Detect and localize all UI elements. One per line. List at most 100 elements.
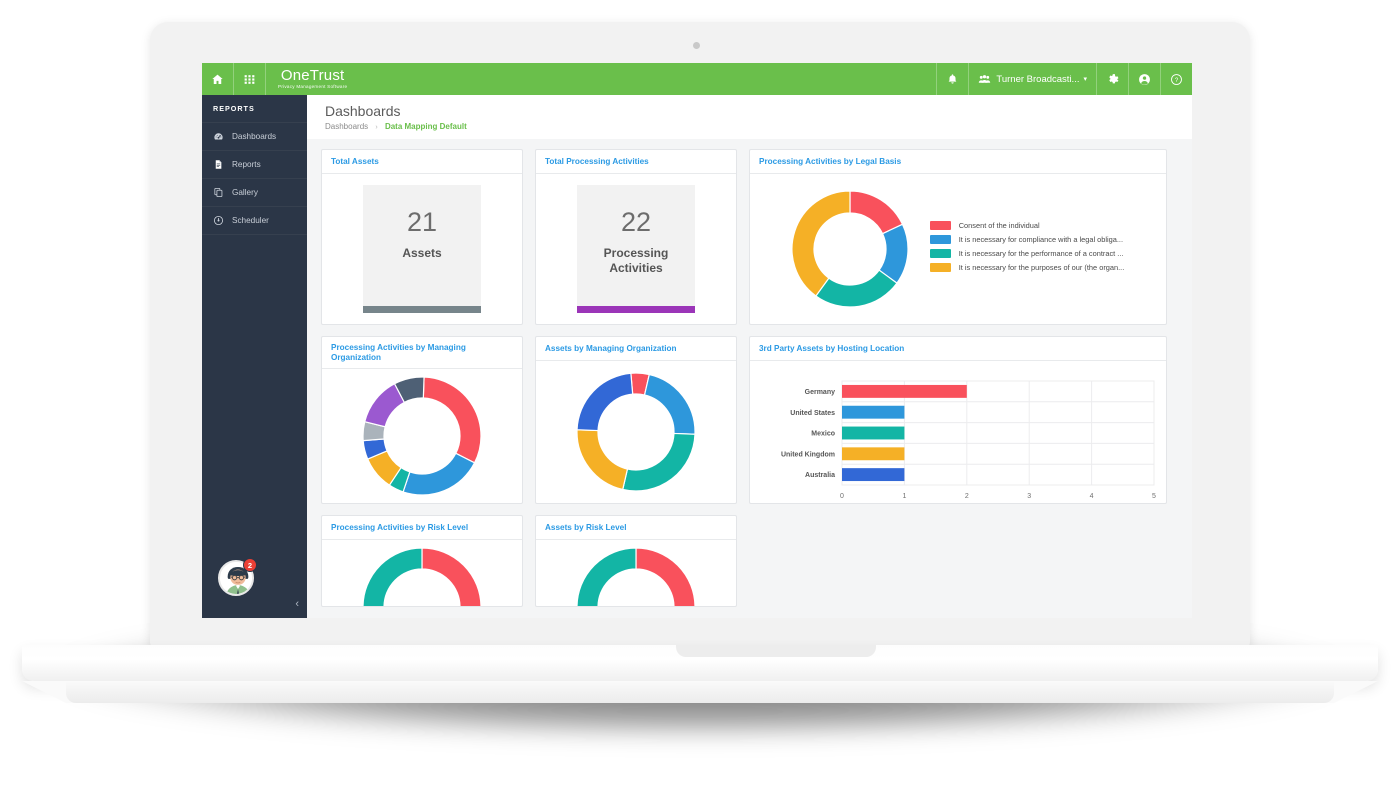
bar[interactable] [842,468,905,482]
x-axis-tick-label: 5 [1152,493,1156,500]
donut-slice[interactable] [363,548,423,607]
x-axis-tick-label: 0 [840,493,844,500]
donut-chart-pa-managing-org[interactable] [363,377,481,495]
bar[interactable] [842,447,905,461]
user-avatar-widget[interactable]: 2 [218,558,257,596]
donut-slice[interactable] [814,269,898,307]
document-icon [215,160,222,169]
organization-name: Turner Broadcasti... [996,73,1080,85]
donut-chart-assets-managing-org[interactable] [577,373,695,491]
donut-slice[interactable] [791,191,851,297]
donut-chart-assets-risk-level[interactable] [577,548,695,607]
card-assets-by-risk-level: Assets by Risk Level [535,515,737,607]
sidebar-item-label: Reports [232,160,261,169]
kpi-label: Assets [402,246,442,260]
notifications-button[interactable] [936,63,968,95]
donut-chart-pa-risk-level[interactable] [363,548,481,607]
legend-label: Consent of the individual [958,221,1040,230]
card-body [536,540,736,607]
card-total-assets: Total Assets 21 Assets [321,149,523,325]
legend-item[interactable]: It is necessary for the purposes of our … [929,263,1125,272]
card-body [536,361,736,503]
sidebar-item-reports[interactable]: Reports [202,151,307,179]
help-button[interactable]: ? [1160,63,1192,95]
card-title: Assets by Risk Level [536,516,736,540]
card-processing-activities-by-risk-level: Processing Activities by Risk Level [321,515,523,607]
donut-slice[interactable] [849,191,903,235]
donut-slice[interactable] [577,548,637,607]
bar-category-label: Mexico [811,431,835,438]
donut-slice[interactable] [577,429,629,491]
gear-icon [1109,73,1119,83]
bar-category-label: United Kingdom [781,451,835,458]
laptop-base-foot [66,681,1334,703]
card-title: Processing Activities by Managing Organi… [322,337,522,369]
legend-item[interactable]: It is necessary for the performance of a… [929,249,1125,258]
sidebar-collapse-button[interactable]: ‹ [295,598,299,610]
bar[interactable] [842,426,905,440]
sidebar-item-label: Gallery [232,188,258,197]
organization-selector[interactable]: Turner Broadcasti... ▾ [968,63,1096,95]
bar-chart-hosting-location[interactable]: Germany United States Mexico United Kingdom… [758,369,1158,503]
donut-slice[interactable] [421,548,481,607]
legend-item[interactable]: It is necessary for compliance with a le… [929,235,1125,244]
bar[interactable] [842,405,905,419]
dashboard-gauge-icon [214,133,223,140]
home-icon [212,74,223,84]
card-title: Processing Activities by Risk Level [322,516,522,540]
donut-slice[interactable] [577,373,634,432]
sidebar-section-title: REPORTS [202,95,307,123]
brand-tagline: Privacy Management Software [278,84,348,89]
card-body [322,540,522,607]
chevron-down-icon: ▾ [1083,76,1087,83]
card-title: 3rd Party Assets by Hosting Location [750,337,1166,361]
screen: OneTrust Privacy Management Software Tur… [202,63,1192,618]
card-title: Processing Activities by Legal Basis [750,150,1166,174]
bar[interactable] [842,384,967,398]
card-total-processing-activities: Total Processing Activities 22 Processin… [535,149,737,325]
breadcrumb-root[interactable]: Dashboards [325,122,368,131]
kpi-total-assets[interactable]: 21 Assets [363,185,481,313]
bar-category-label: Australia [805,472,835,479]
breadcrumb-separator-icon: › [375,124,378,131]
card-body: 22 Processing Activities [536,174,736,324]
apps-button[interactable] [234,63,266,95]
donut-slice[interactable] [402,452,476,495]
kpi-accent-bar [577,306,695,313]
x-axis-tick-label: 1 [902,493,906,500]
card-body: 21 Assets [322,174,522,324]
sidebar-item-scheduler[interactable]: Scheduler [202,207,307,235]
card-title: Total Processing Activities [536,150,736,174]
card-processing-activities-by-managing-organization: Processing Activities by Managing Organi… [321,336,523,504]
donut-slice[interactable] [622,432,695,491]
card-title: Assets by Managing Organization [536,337,736,361]
donut-slice[interactable] [635,548,695,607]
bell-icon [949,73,957,84]
sidebar-item-dashboards[interactable]: Dashboards [202,123,307,151]
help-circle-icon: ? [1171,73,1182,85]
card-body: Germany United States Mexico United Kingdom… [750,361,1166,503]
chart-legend: Consent of the individual It is necessary… [929,221,1125,277]
main-content: Dashboards Dashboards › Data Mapping Def… [307,95,1192,618]
x-axis-tick-label: 2 [965,493,969,500]
settings-button[interactable] [1096,63,1128,95]
home-button[interactable] [202,63,234,95]
donut-chart-legal-basis[interactable] [791,191,908,307]
clock-icon [213,215,224,226]
page-header: Dashboards Dashboards › Data Mapping Def… [307,95,1192,139]
x-axis-tick-label: 3 [1027,493,1031,500]
legend-label: It is necessary for the purposes of our … [958,263,1125,272]
sidebar-item-gallery[interactable]: Gallery [202,179,307,207]
sidebar: REPORTS Dashboards Reports Gallery Sched… [202,95,307,618]
card-body: Consent of the individual It is necessary… [750,174,1166,324]
brand-name: OneTrust [280,67,345,84]
kpi-total-processing-activities[interactable]: 22 Processing Activities [577,185,695,313]
account-button[interactable] [1128,63,1160,95]
donut-slice[interactable] [643,373,695,435]
topbar-actions: Turner Broadcasti... ▾ ? [936,63,1192,95]
donut-slice[interactable] [422,377,481,464]
brand-logo[interactable]: OneTrust Privacy Management Software [266,63,356,95]
bar-category-label: Germany [805,389,835,396]
legend-item[interactable]: Consent of the individual [929,221,1125,230]
